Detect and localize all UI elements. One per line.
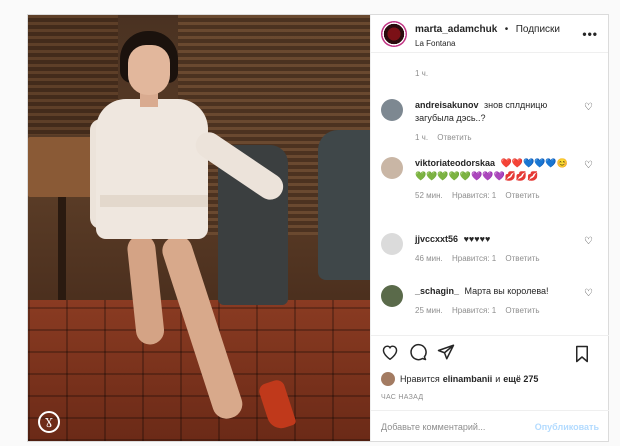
- comment-time: 25 мин.: [415, 306, 443, 315]
- comment-likes[interactable]: Нравится: 1: [452, 254, 496, 263]
- comment-avatar[interactable]: [381, 157, 403, 179]
- like-comment-heart-icon[interactable]: ♡: [584, 102, 593, 113]
- post-sidebar: marta_adamchuk • Подписки La Fontana •••…: [370, 15, 609, 441]
- liker-avatar[interactable]: [381, 372, 395, 386]
- author-avatar[interactable]: [381, 20, 407, 47]
- like-comment-heart-icon[interactable]: ♡: [584, 288, 593, 299]
- comment-likes[interactable]: Нравится: 1: [452, 306, 496, 315]
- likes-more[interactable]: ещё 275: [503, 374, 538, 384]
- likes-prefix: Нравится: [400, 374, 440, 384]
- post-actions: Нравится elinambanii и ещё 275 ЧАС НАЗАД…: [371, 335, 609, 441]
- reply-button[interactable]: Ответить: [505, 191, 539, 200]
- comment-item: jjvccxxt56 ♥♥♥♥♥ 46 мин. Нравится: 1 Отв…: [381, 233, 601, 265]
- instagram-post: Ɣ marta_adamchuk • Подписки La Fontana •…: [27, 14, 609, 442]
- comment-item: _schagin_ Марта вы королева! 25 мин. Нра…: [381, 285, 601, 317]
- comment-meta: 1 ч. Ответить: [415, 131, 575, 144]
- reply-button[interactable]: Ответить: [437, 133, 471, 142]
- post-header: marta_adamchuk • Подписки La Fontana •••: [371, 15, 608, 53]
- like-heart-icon[interactable]: [381, 344, 399, 364]
- add-comment-bar: Опубликовать: [371, 410, 609, 442]
- likes-and: и: [495, 374, 501, 384]
- comment-avatar[interactable]: [381, 285, 403, 307]
- reply-button[interactable]: Ответить: [505, 306, 539, 315]
- comment-likes[interactable]: Нравится: 1: [452, 191, 496, 200]
- comment-text: ♥♥♥♥♥: [463, 234, 491, 244]
- post-photo[interactable]: Ɣ: [28, 15, 370, 441]
- author-username[interactable]: marta_adamchuk: [415, 24, 497, 35]
- post-location[interactable]: La Fontana: [415, 39, 560, 48]
- comment-avatar[interactable]: [381, 233, 403, 255]
- photo-jacket: [96, 99, 208, 239]
- comment-bubble-icon[interactable]: [409, 343, 427, 365]
- bookmark-icon[interactable]: [575, 345, 589, 367]
- watermark-logo: Ɣ: [38, 411, 60, 433]
- likes-summary: Нравится elinambanii и ещё 275: [381, 372, 599, 386]
- photo-table-leg: [58, 197, 66, 307]
- post-header-text: marta_adamchuk • Подписки La Fontana: [415, 19, 560, 48]
- comment-avatar[interactable]: [381, 99, 403, 121]
- following-button[interactable]: Подписки: [516, 24, 560, 35]
- like-comment-heart-icon[interactable]: ♡: [584, 236, 593, 247]
- photo-face: [128, 45, 170, 95]
- comment-username[interactable]: viktoriateodorskaa: [415, 158, 495, 168]
- comment-text: Марта вы королева!: [464, 286, 549, 296]
- comment-input[interactable]: [381, 421, 531, 432]
- comment-meta: 52 мин. Нравится: 1 Ответить: [415, 189, 575, 202]
- comment-time: 52 мин.: [415, 191, 443, 200]
- publish-button[interactable]: Опубликовать: [535, 422, 599, 432]
- comment-item: viktoriateodorskaa ❤️❤️💙💙💙😊💚💚💚💚💚💜💜💜💋💋💋 5…: [381, 157, 601, 202]
- comment-body: viktoriateodorskaa ❤️❤️💙💙💙😊💚💚💚💚💚💜💜💜💋💋💋 5…: [415, 157, 575, 202]
- share-paper-plane-icon[interactable]: [437, 343, 455, 365]
- comment-item: andreisakunov знов сплдницю загубыла дэс…: [381, 99, 601, 144]
- comment-body: _schagin_ Марта вы королева! 25 мин. Нра…: [415, 285, 575, 317]
- likes-user[interactable]: elinambanii: [443, 374, 493, 384]
- reply-button[interactable]: Ответить: [505, 254, 539, 263]
- comment-username[interactable]: _schagin_: [415, 286, 459, 296]
- photo-table: [28, 137, 98, 197]
- photo-chair-right: [318, 130, 370, 280]
- watermark-glyph: Ɣ: [45, 415, 53, 429]
- comment-username[interactable]: andreisakunov: [415, 100, 479, 110]
- comment-body: jjvccxxt56 ♥♥♥♥♥ 46 мин. Нравится: 1 Отв…: [415, 233, 575, 265]
- more-options-icon[interactable]: •••: [582, 27, 598, 41]
- post-timestamp: ЧАС НАЗАД: [381, 394, 424, 401]
- comment-time: 46 мин.: [415, 254, 443, 263]
- comments-list[interactable]: 1 ч. andreisakunov знов сплдницю загубыл…: [371, 53, 609, 347]
- comment-body: andreisakunov знов сплдницю загубыла дэс…: [415, 99, 575, 144]
- comment-time: 1 ч.: [415, 133, 429, 142]
- photo-belt: [100, 195, 208, 207]
- action-icons: [381, 342, 599, 366]
- comment-username[interactable]: jjvccxxt56: [415, 234, 458, 244]
- caption-timestamp: 1 ч.: [415, 69, 429, 78]
- comment-meta: 25 мин. Нравится: 1 Ответить: [415, 304, 575, 317]
- comment-meta: 46 мин. Нравится: 1 Ответить: [415, 252, 575, 265]
- like-comment-heart-icon[interactable]: ♡: [584, 160, 593, 171]
- header-separator: •: [504, 24, 509, 35]
